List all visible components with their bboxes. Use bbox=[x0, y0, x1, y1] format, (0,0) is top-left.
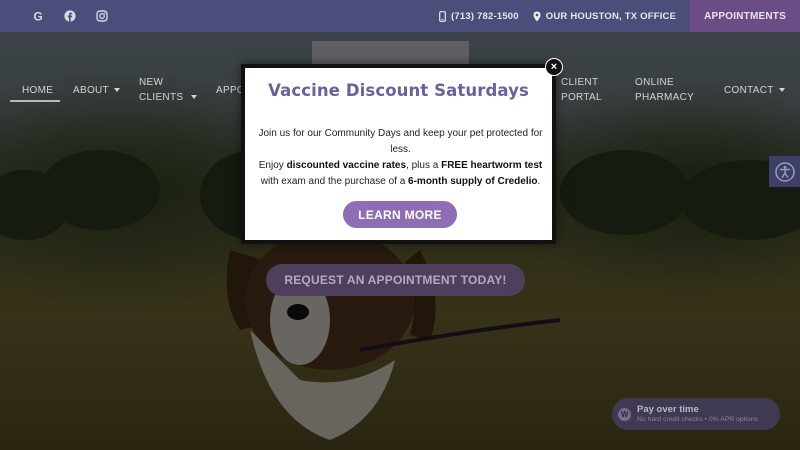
pay-logo-icon: W bbox=[618, 407, 631, 421]
nav-about[interactable]: ABOUT bbox=[73, 83, 120, 98]
request-appointment-button[interactable]: REQUEST AN APPOINTMENT TODAY! bbox=[266, 264, 525, 296]
modal-line-3: with exam and the purchase of a 6-month … bbox=[255, 174, 546, 190]
close-icon[interactable]: × bbox=[545, 58, 563, 76]
modal-title: Vaccine Discount Saturdays bbox=[268, 81, 529, 100]
pay-over-time-widget[interactable]: W Pay over time No hard credit checks • … bbox=[612, 398, 780, 430]
modal-line-2-mid: , plus a bbox=[406, 160, 442, 171]
phone-number: (713) 782-1500 bbox=[451, 10, 519, 22]
modal-heartworm-highlight: FREE heartworm test bbox=[441, 160, 543, 171]
nav-home-underline bbox=[10, 100, 60, 102]
topbar-right: (713) 782-1500 OUR HOUSTON, TX OFFICE AP… bbox=[439, 0, 800, 32]
nav-new-clients-line2: CLIENTS bbox=[139, 92, 184, 103]
modal-line-2: Enjoy discounted vaccine rates, plus a F… bbox=[255, 158, 546, 174]
chevron-down-icon bbox=[113, 88, 120, 93]
chevron-down-icon bbox=[191, 95, 198, 100]
modal-discount-highlight: discounted vaccine rates bbox=[286, 160, 407, 171]
modal-line-1: Join us for our Community Days and keep … bbox=[258, 128, 543, 155]
facebook-icon[interactable] bbox=[54, 0, 86, 32]
nav-home[interactable]: HOME bbox=[22, 83, 53, 98]
nav-online-pharmacy-line1: ONLINE bbox=[635, 77, 675, 88]
nav-home-label: HOME bbox=[22, 85, 54, 96]
instagram-icon[interactable] bbox=[86, 0, 118, 32]
nav-client-portal-line1: CLIENT bbox=[561, 77, 599, 88]
learn-more-button[interactable]: LEARN MORE bbox=[343, 201, 457, 228]
phone-link[interactable]: (713) 782-1500 bbox=[439, 11, 519, 22]
nav-new-clients-line1: NEW bbox=[139, 77, 164, 88]
nav-contact-label: CONTACT bbox=[724, 85, 774, 96]
office-label: OUR HOUSTON, TX OFFICE bbox=[545, 10, 677, 22]
google-icon[interactable]: G bbox=[22, 0, 54, 32]
nav-new-clients[interactable]: NEW CLIENTS bbox=[139, 75, 198, 105]
accessibility-icon bbox=[774, 161, 795, 182]
modal-credelio-highlight: 6-month supply of Credelio bbox=[408, 176, 538, 187]
svg-text:G: G bbox=[33, 10, 42, 22]
modal-line-3-pre: with exam and the purchase of a bbox=[260, 176, 409, 187]
nav-online-pharmacy[interactable]: ONLINE PHARMACY bbox=[635, 75, 694, 105]
promo-modal: Vaccine Discount Saturdays Join us for o… bbox=[241, 64, 556, 244]
top-bar: G (713) 782-1500 OUR HOUSTON, TX OFFICE … bbox=[0, 0, 800, 32]
nav-about-label: ABOUT bbox=[73, 85, 109, 96]
map-pin-icon bbox=[533, 11, 541, 21]
chevron-down-icon bbox=[778, 88, 785, 93]
pay-title: Pay over time bbox=[637, 404, 699, 415]
nav-online-pharmacy-line2: PHARMACY bbox=[635, 92, 695, 103]
accessibility-button[interactable] bbox=[769, 156, 800, 187]
social-links: G bbox=[22, 0, 118, 32]
office-link[interactable]: OUR HOUSTON, TX OFFICE bbox=[533, 11, 676, 22]
nav-client-portal-line2: PORTAL bbox=[561, 92, 602, 103]
appointments-tab[interactable]: APPOINTMENTS bbox=[690, 0, 800, 32]
nav-contact[interactable]: CONTACT bbox=[724, 83, 785, 98]
phone-icon bbox=[439, 10, 446, 22]
nav-client-portal[interactable]: CLIENT PORTAL bbox=[561, 75, 602, 105]
pay-subtitle: No hard credit checks • 0% APR options bbox=[637, 416, 759, 423]
modal-body: Join us for our Community Days and keep … bbox=[255, 126, 546, 190]
modal-line-3-post: . bbox=[537, 176, 541, 187]
modal-line-2-pre: Enjoy bbox=[258, 160, 287, 171]
